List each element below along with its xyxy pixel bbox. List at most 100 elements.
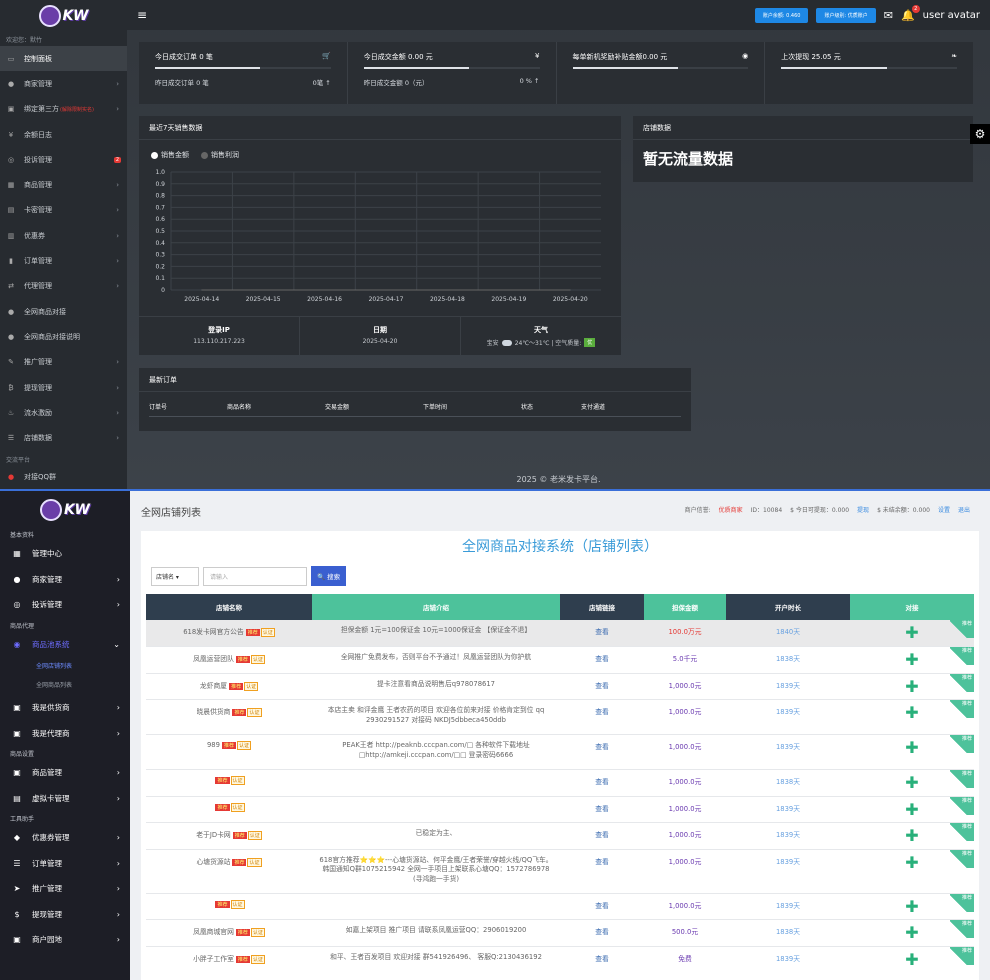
view-link[interactable]: 查看 <box>560 849 644 894</box>
level-pill[interactable]: 账户级别: 优质账户 <box>816 7 876 23</box>
logo[interactable]: KW <box>0 493 130 527</box>
shop-name[interactable]: 龙虾商厦 <box>200 682 227 690</box>
bell-icon[interactable]: 🔔 2 <box>901 4 920 22</box>
connect-cell: ✚ 推荐 <box>850 946 974 980</box>
view-link[interactable]: 查看 <box>560 822 644 850</box>
sidebar-item[interactable]: ♨ 流水激励 › <box>0 400 127 425</box>
stat-card: 每单新机奖励补贴金额0.00 元 ◉ <box>557 42 766 104</box>
add-connect-icon[interactable]: ✚ <box>905 705 918 721</box>
add-connect-icon[interactable]: ✚ <box>905 678 918 694</box>
add-connect-icon[interactable]: ✚ <box>905 951 918 967</box>
table-row: 龙虾商厦 推荐 认证 提卡注意看商品说明售后q978078617 查看 1,000.… <box>146 673 974 700</box>
add-connect-icon[interactable]: ✚ <box>905 898 918 914</box>
menu-toggle-icon[interactable]: ≡ <box>137 8 147 22</box>
shop-icon: ▦ <box>7 181 15 190</box>
shop-name[interactable]: 989 <box>207 741 220 749</box>
sidebar-item[interactable]: ¥ 余额日志 <box>0 122 127 147</box>
sidebar-item[interactable]: ● 全网商品对接说明 <box>0 324 127 349</box>
view-link[interactable]: 查看 <box>560 796 644 823</box>
shop-name[interactable]: 心塘货源站 <box>196 858 230 866</box>
view-link[interactable]: 查看 <box>560 919 644 947</box>
sidebar-item[interactable]: ▤ 卡密管理 › <box>0 198 127 223</box>
view-link[interactable]: 查看 <box>560 769 644 797</box>
view-link[interactable]: 查看 <box>560 673 644 700</box>
view-link[interactable]: 查看 <box>560 620 644 647</box>
sidebar-item[interactable]: ▮ 订单管理 › <box>0 248 127 273</box>
sidebar-item[interactable]: ▤ 虚拟卡管理 › <box>0 786 130 812</box>
gear-icon[interactable]: ⚙ <box>970 124 990 144</box>
sidebar-subitem[interactable]: 全网商品列表 <box>0 676 130 695</box>
sidebar-item[interactable]: ☰ 店铺数据 › <box>0 425 127 450</box>
shop-name[interactable]: 凤凰商城官网 <box>193 928 234 936</box>
sidebar-item[interactable]: ▭ 控制面板 <box>0 46 127 72</box>
shop-name[interactable]: 凤凰运营团队 <box>193 655 234 663</box>
balance-pill[interactable]: 账户余额: 0.460 <box>754 7 809 23</box>
ip-label: 登录IP <box>208 326 230 334</box>
add-connect-icon[interactable]: ✚ <box>905 854 918 870</box>
legend-sales-profit[interactable]: 销售利润 <box>201 150 239 160</box>
sidebar-item[interactable]: ▣ 我是代理商 › <box>0 721 130 747</box>
add-connect-icon[interactable]: ✚ <box>905 828 918 844</box>
view-link[interactable]: 查看 <box>560 646 644 674</box>
sidebar-item[interactable]: ◎ 投诉管理 › <box>0 592 130 618</box>
add-connect-icon[interactable]: ✚ <box>905 625 918 641</box>
sidebar-item[interactable]: ⇄ 代理管理 › <box>0 274 127 299</box>
add-connect-icon[interactable]: ✚ <box>905 652 918 668</box>
view-link[interactable]: 查看 <box>560 734 644 770</box>
sidebar-item-label: 代理管理 <box>24 282 52 291</box>
add-connect-icon[interactable]: ✚ <box>905 925 918 941</box>
sidebar-item[interactable]: ▦ 管理中心 <box>0 541 130 567</box>
sidebar-item[interactable]: ● 商家管理 › <box>0 71 127 96</box>
sidebar-item[interactable]: $ 提现管理 › <box>0 902 130 928</box>
sidebar-item[interactable]: ▣ 我是供货商 › <box>0 695 130 721</box>
search-field-select[interactable]: 店铺名 ▾ <box>151 566 199 586</box>
shop-name[interactable]: 小胖子工作室 <box>193 955 234 963</box>
sidebar-item[interactable]: ◎ 投诉管理 2 <box>0 147 127 172</box>
sidebar-item[interactable]: ☰ 订单管理 › <box>0 851 130 877</box>
y-tick-label: 0.7 <box>155 204 165 211</box>
sidebar: KW 基本资料 ▦ 管理中心 ● 商家管理 › ◎ 投诉管理 › 商品代理 ◉ 商品池系统 ⌄ 全… <box>0 491 130 980</box>
y-tick-label: 0 <box>161 287 165 294</box>
credit-value: 优质商家 <box>718 507 743 514</box>
logout-link[interactable]: 退出 <box>958 505 970 514</box>
view-link[interactable]: 查看 <box>560 946 644 980</box>
coupon-icon: ▥ <box>7 231 15 240</box>
sidebar-item[interactable]: ₿ 提现管理 › <box>0 375 127 400</box>
logo[interactable]: KW <box>0 0 127 32</box>
x-tick-label: 2025-04-15 <box>246 296 281 303</box>
search-input[interactable]: 请输入 <box>203 566 307 586</box>
view-link[interactable]: 查看 <box>560 699 644 735</box>
verified-badge: 认证 <box>250 655 265 664</box>
sidebar-item[interactable]: ● 商家管理 › <box>0 567 130 593</box>
withdraw-link[interactable]: 提现 <box>857 505 869 514</box>
search-bar: 店铺名 ▾ 请输入 🔍 搜索 <box>151 563 979 589</box>
sidebar-item[interactable]: ▦ 商品管理 › <box>0 172 127 197</box>
sidebar-item[interactable]: ➤ 推广管理 › <box>0 876 130 902</box>
sidebar-item[interactable]: ▣ 商户园地 › <box>0 927 130 953</box>
sidebar-item[interactable]: ▣ 商品管理 › <box>0 760 130 786</box>
chevron-right-icon: › <box>116 257 119 266</box>
mail-icon[interactable]: ✉ <box>884 9 893 22</box>
sidebar-item-qq-group[interactable]: ● 对接QQ群 <box>0 465 127 489</box>
shop-name[interactable]: 老于JD卡网 <box>196 831 230 839</box>
add-connect-icon[interactable]: ✚ <box>905 801 918 817</box>
add-connect-icon[interactable]: ✚ <box>905 775 918 791</box>
sidebar-item[interactable]: ◉ 商品池系统 ⌄ <box>0 632 130 658</box>
shop-intro-cell <box>312 893 560 920</box>
sidebar-item[interactable]: ● 全网商品对接 <box>0 299 127 324</box>
shop-name[interactable]: 618发卡网官方公告 <box>183 628 244 636</box>
search-button[interactable]: 🔍 搜索 <box>311 566 347 586</box>
shop-name[interactable]: 晓晨供货商 <box>196 708 230 716</box>
user-avatar[interactable]: user avatar <box>923 10 980 21</box>
sidebar-item[interactable]: ▥ 优惠券 › <box>0 223 127 248</box>
legend-sales-amount[interactable]: 销售金额 <box>151 150 189 160</box>
add-connect-icon[interactable]: ✚ <box>905 740 918 756</box>
sidebar-item[interactable]: ◆ 优惠券管理 › <box>0 825 130 851</box>
view-link[interactable]: 查看 <box>560 893 644 920</box>
settings-link[interactable]: 设置 <box>938 505 950 514</box>
circle-icon: ● <box>7 332 15 341</box>
sidebar-item[interactable]: ▣ 绑定第三方 (解除限制实名) › <box>0 97 127 122</box>
sidebar-subitem[interactable]: 全网店铺列表 <box>0 657 130 676</box>
order-column-header: 状态 <box>521 404 534 411</box>
sidebar-item[interactable]: ✎ 推广管理 › <box>0 350 127 375</box>
